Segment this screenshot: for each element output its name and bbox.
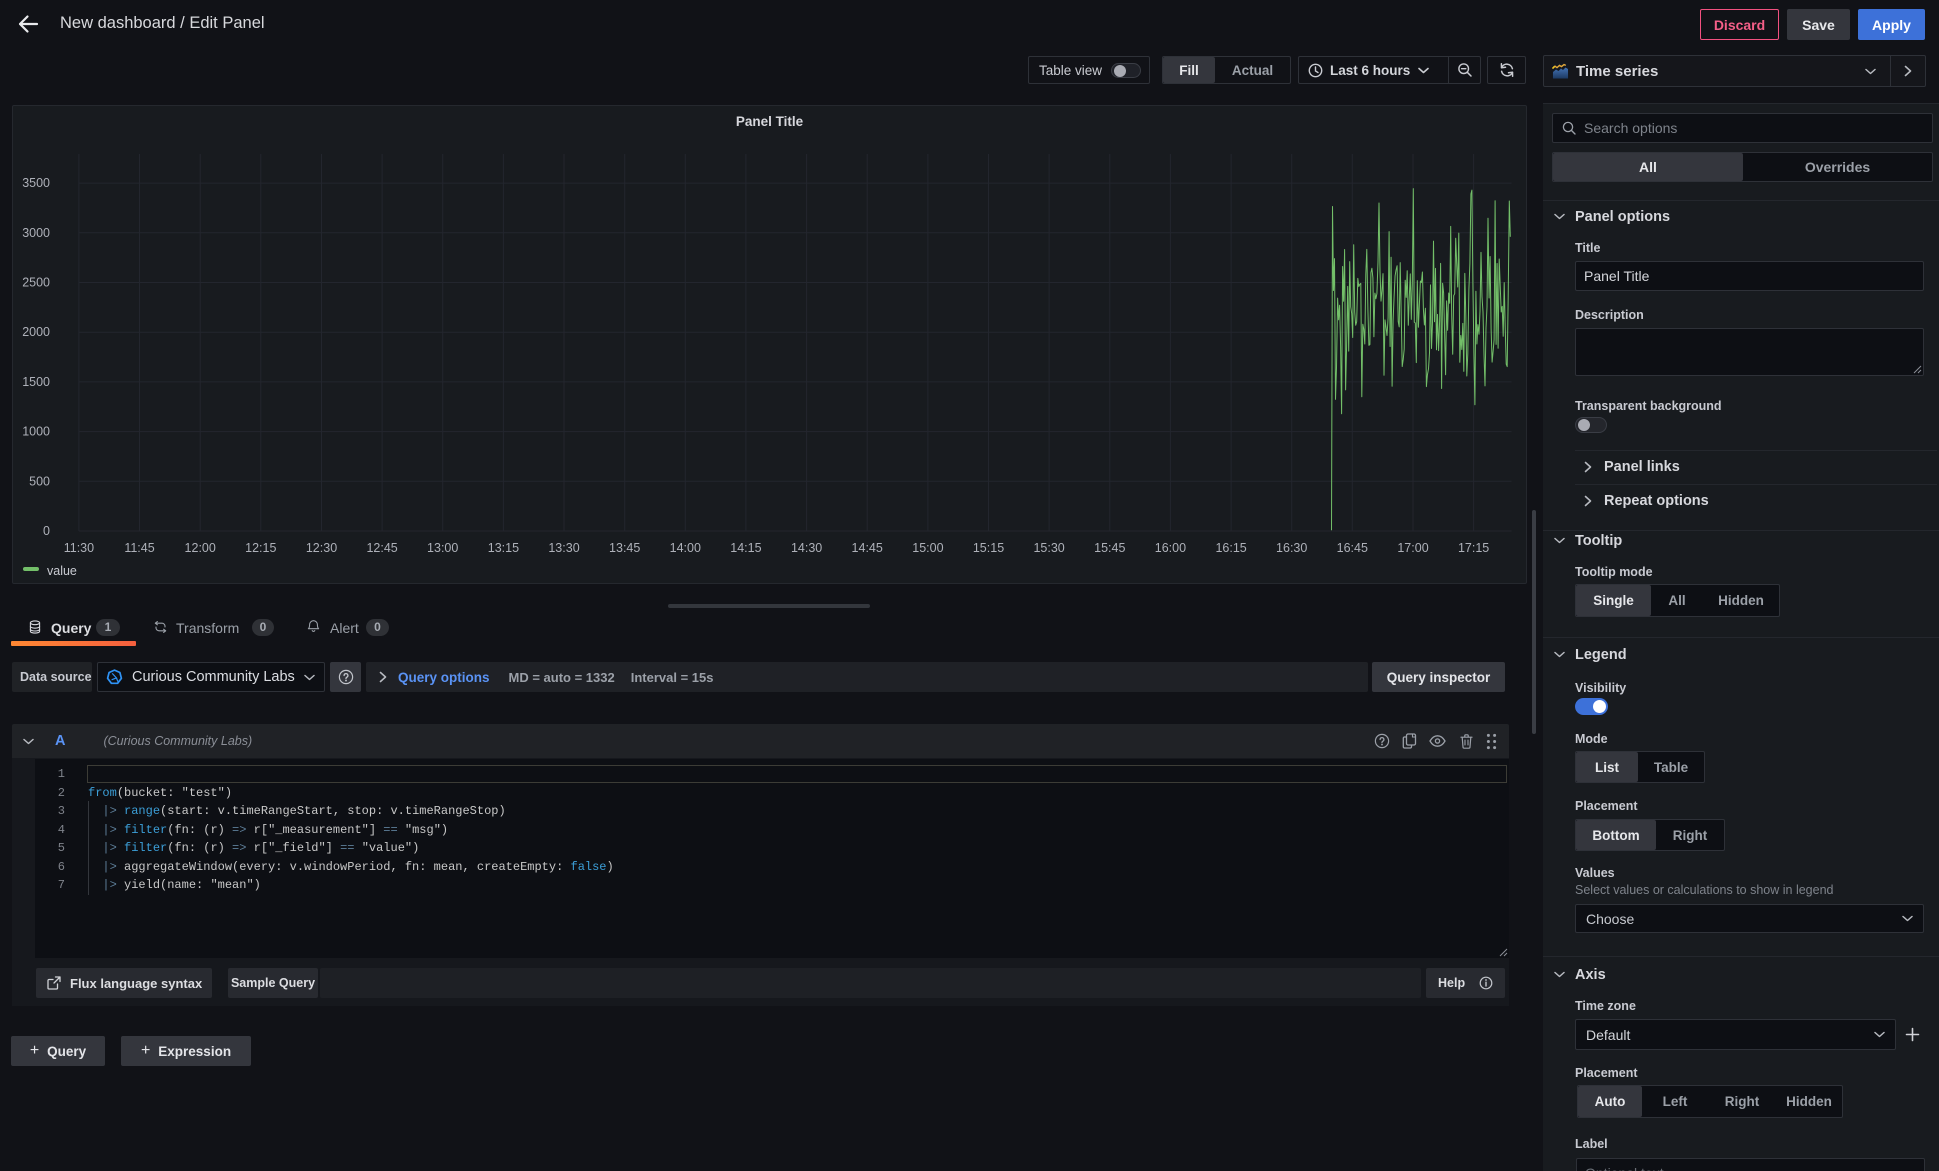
- svg-text:11:30: 11:30: [64, 541, 94, 555]
- svg-text:value: value: [47, 564, 77, 578]
- svg-text:15:45: 15:45: [1094, 541, 1125, 555]
- svg-text:15:15: 15:15: [973, 541, 1004, 555]
- svg-text:17:15: 17:15: [1458, 541, 1489, 555]
- svg-text:16:15: 16:15: [1215, 541, 1246, 555]
- svg-text:500: 500: [29, 474, 50, 488]
- svg-text:13:15: 13:15: [488, 541, 519, 555]
- svg-text:2000: 2000: [22, 325, 50, 339]
- svg-text:14:45: 14:45: [852, 541, 883, 555]
- svg-text:13:45: 13:45: [609, 541, 640, 555]
- svg-text:3000: 3000: [22, 226, 50, 240]
- svg-text:3500: 3500: [22, 176, 50, 190]
- svg-text:15:00: 15:00: [912, 541, 943, 555]
- svg-text:13:30: 13:30: [548, 541, 579, 555]
- svg-text:2500: 2500: [22, 276, 50, 290]
- svg-text:14:30: 14:30: [791, 541, 822, 555]
- svg-text:15:30: 15:30: [1033, 541, 1064, 555]
- svg-text:13:00: 13:00: [427, 541, 458, 555]
- svg-text:12:30: 12:30: [306, 541, 337, 555]
- svg-text:14:00: 14:00: [670, 541, 701, 555]
- svg-text:12:45: 12:45: [366, 541, 397, 555]
- svg-text:14:15: 14:15: [730, 541, 761, 555]
- svg-text:12:15: 12:15: [245, 541, 276, 555]
- svg-text:1000: 1000: [22, 425, 50, 439]
- svg-text:17:00: 17:00: [1397, 541, 1428, 555]
- svg-text:16:45: 16:45: [1337, 541, 1368, 555]
- svg-text:1500: 1500: [22, 375, 50, 389]
- svg-text:11:45: 11:45: [124, 541, 154, 555]
- svg-text:12:00: 12:00: [185, 541, 216, 555]
- svg-text:0: 0: [43, 524, 50, 538]
- svg-text:16:30: 16:30: [1276, 541, 1307, 555]
- svg-text:16:00: 16:00: [1155, 541, 1186, 555]
